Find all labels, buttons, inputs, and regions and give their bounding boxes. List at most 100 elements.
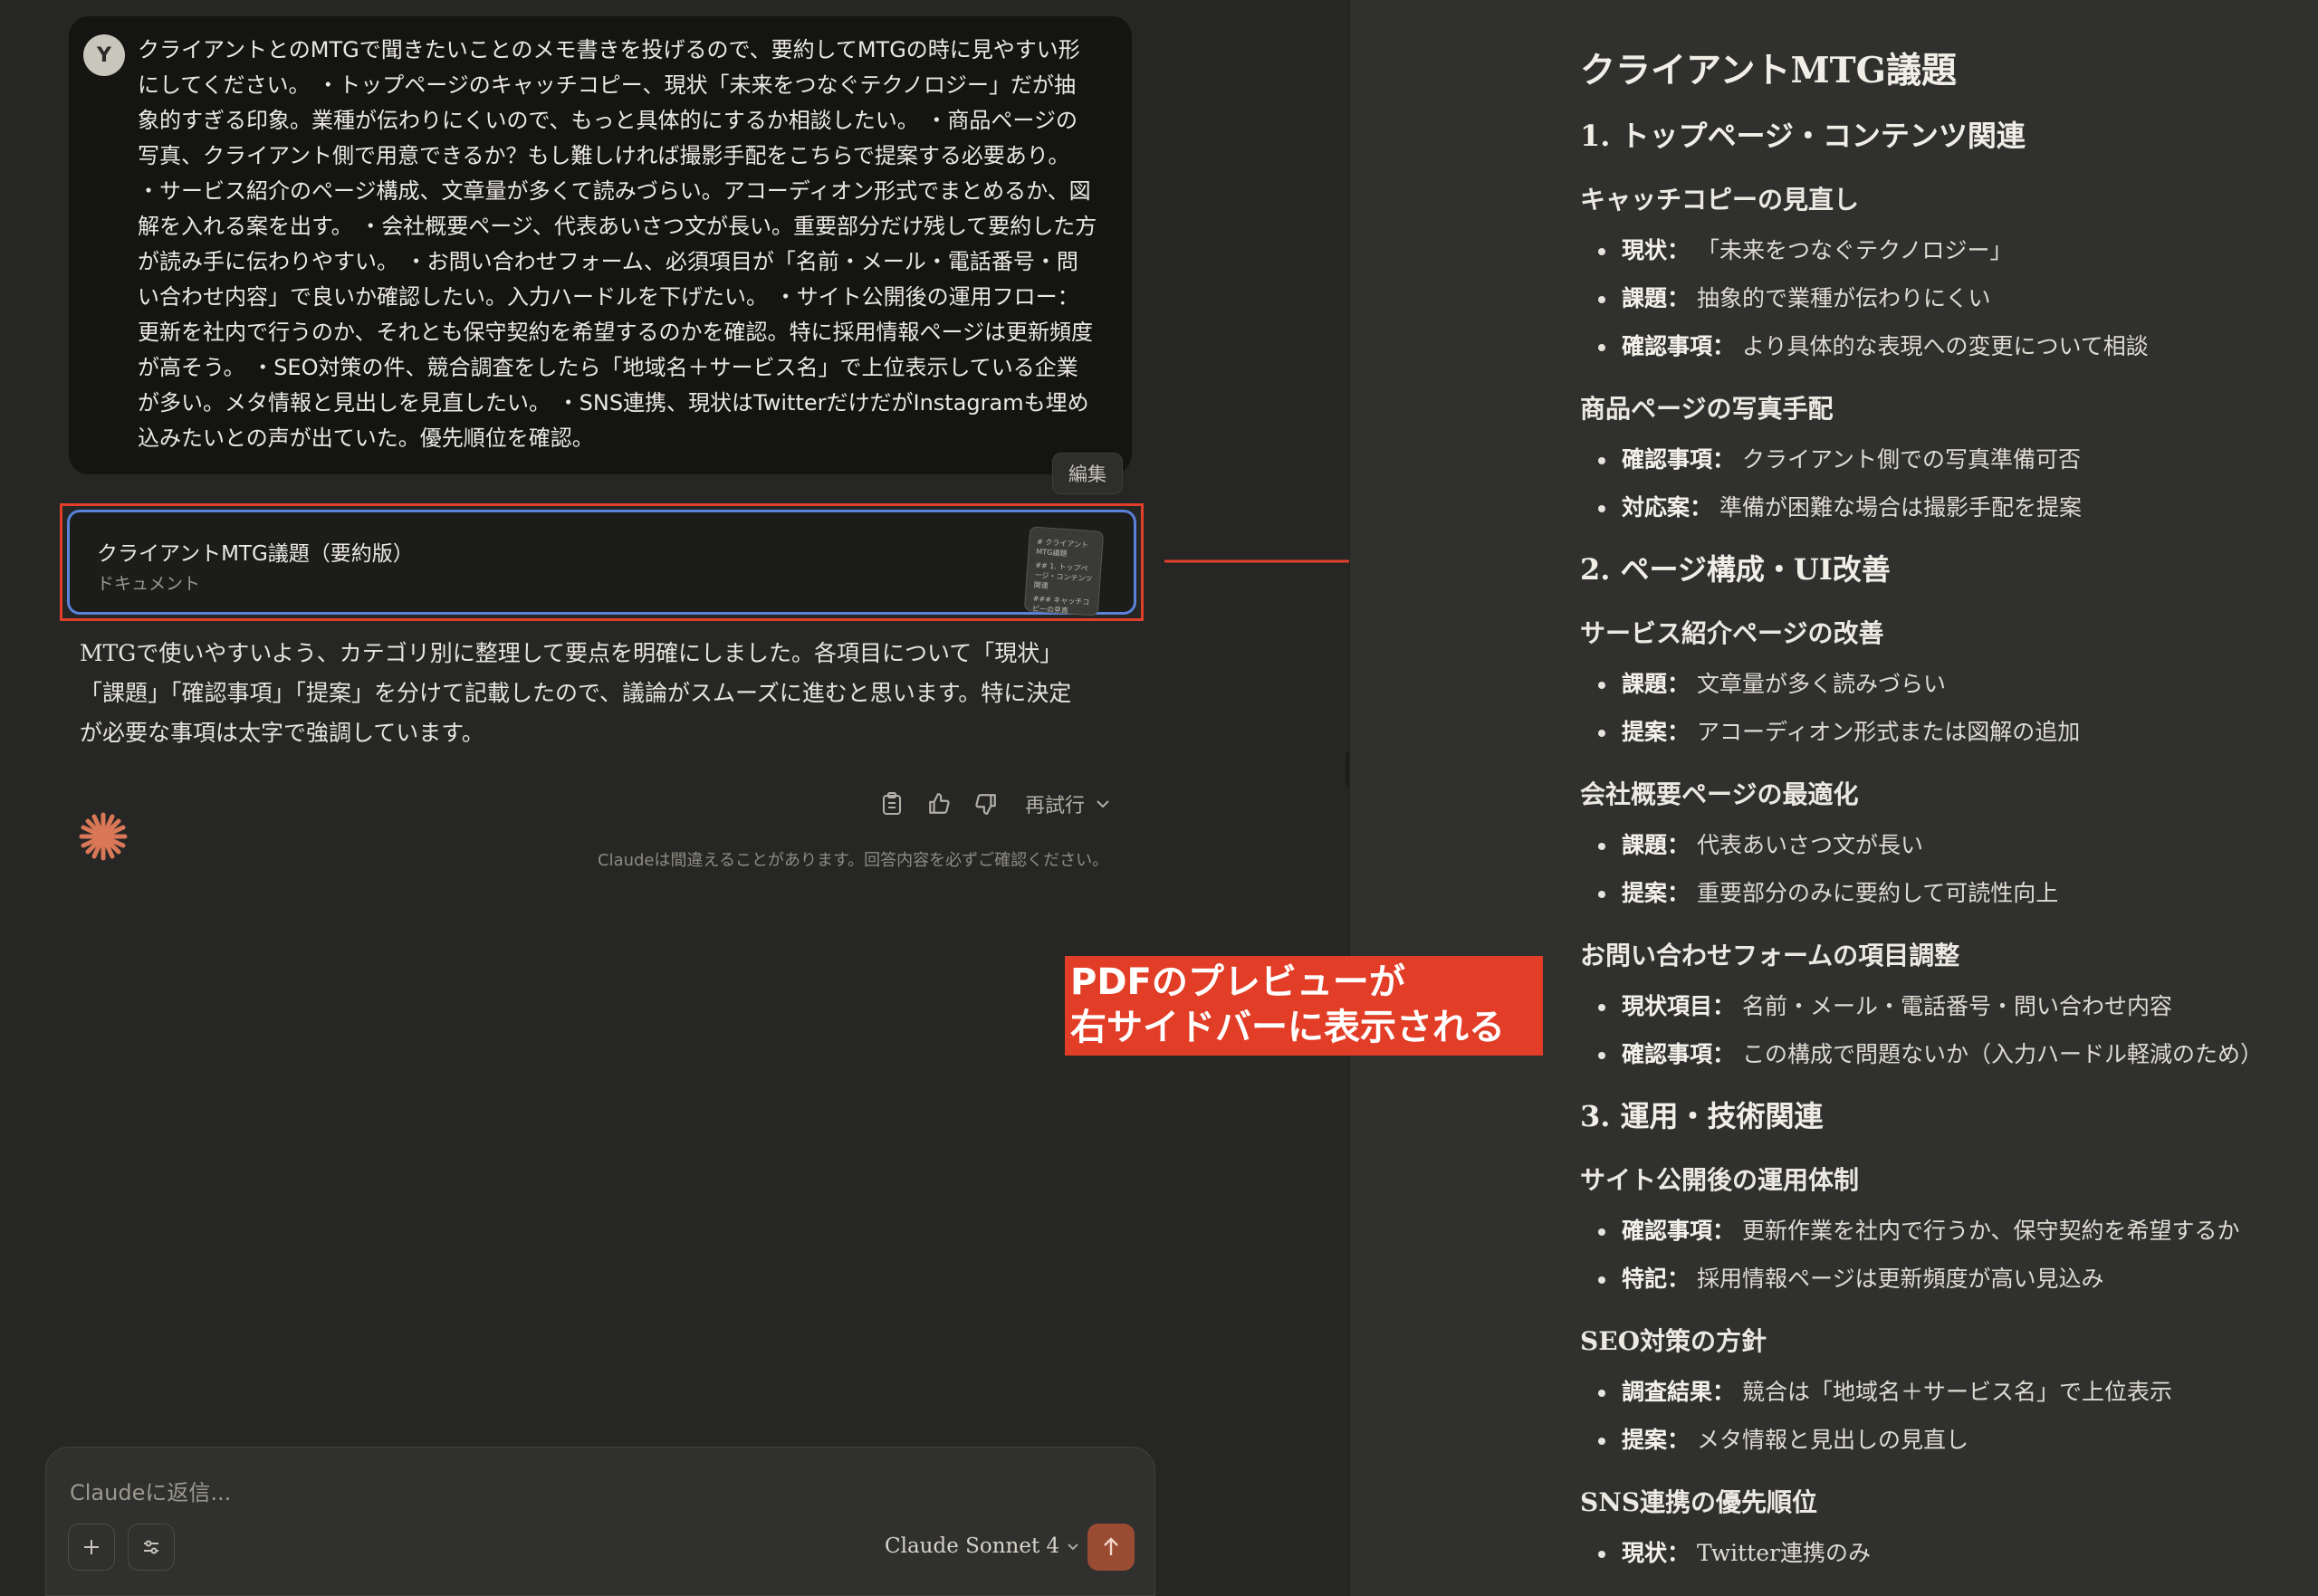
retry-button[interactable]: 再試行 — [1025, 789, 1110, 818]
preview-subsection-heading: 商品ページの写真手配 — [1580, 394, 1834, 424]
copy-icon[interactable] — [878, 790, 905, 817]
preview-subsection-heading: 会社概要ページの最適化 — [1580, 779, 1859, 809]
preview-bullet-item: 提案： アコーディオン形式または図解の追加 — [1580, 708, 2304, 756]
preview-section-heading: 1. トップページ・コンテンツ関連 — [1580, 119, 2026, 153]
preview-bullet-list: 現状項目： 名前・メール・電話番号・問い合わせ内容 確認事項： この構成で問題ない… — [1580, 982, 2304, 1078]
preview-bullet-item: 課題： 抽象的で業種が伝わりにくい — [1580, 274, 2304, 322]
app-window: Y クライアントとのMTGで聞きたいことのメモ書きを投げるので、要約してMTGの… — [0, 0, 2318, 1596]
send-button[interactable] — [1087, 1524, 1135, 1571]
preview-section-heading: 2. ページ構成・UI改善 — [1580, 552, 1891, 587]
bullet-text: 「未来をつなぐテクノロジー」 — [1696, 237, 2013, 263]
bullet-text: クライアント側での写真準備可否 — [1741, 446, 2081, 473]
preview-bullet-item: 課題： 文章量が多く読みづらい — [1580, 660, 2304, 708]
preview-bullet-item: 確認事項： より具体的な表現への変更について相談 — [1580, 322, 2304, 370]
model-name: Claude Sonnet 4 — [885, 1534, 1060, 1558]
sliders-icon — [144, 1540, 158, 1554]
preview-bullet-item: 提案： メタ情報と見出しの見直し — [1580, 1416, 2304, 1464]
bullet-label: 調査結果： — [1622, 1379, 1736, 1405]
annotation-callout: PDFのプレビューが 右サイドバーに表示される — [1065, 956, 1543, 1056]
user-avatar[interactable]: Y — [83, 34, 125, 76]
bullet-label: 現状： — [1622, 237, 1691, 263]
preview-bullet-list: 確認事項： クライアント側での写真準備可否対応案： 準備が困難な場合は撮影手配を… — [1580, 435, 2304, 531]
bullet-label: 課題： — [1622, 832, 1691, 858]
thumbs-up-icon[interactable] — [925, 790, 953, 817]
bullet-label: 提案： — [1622, 880, 1691, 906]
preview-bullet-list: 課題： 代表あいさつ文が長い 提案： 重要部分のみに要約して可読性向上 — [1580, 821, 2304, 917]
preview-bullet-item: 提案： 重要部分のみに要約して可読性向上 — [1580, 869, 2304, 917]
bullet-label: 現状項目： — [1622, 993, 1736, 1019]
thumb-line: ## 1. トップページ・コンテンツ関連 — [1033, 560, 1093, 590]
preview-subsection-heading: SEO対策の方針 — [1580, 1326, 1767, 1356]
bullet-text: より具体的な表現への変更について相談 — [1741, 333, 2149, 359]
preview-subsection-heading: キャッチコピーの見直し — [1580, 185, 1860, 215]
model-selector[interactable]: Claude Sonnet 4 — [885, 1534, 1079, 1558]
preview-bullet-item: 課題： 代表あいさつ文が長い — [1580, 821, 2304, 869]
preview-bullet-list: 課題： 文章量が多く読みづらい 提案： アコーディオン形式または図解の追加 — [1580, 660, 2304, 756]
preview-bullet-list: 現状： 「未来をつなぐテクノロジー」 課題： 抽象的で業種が伝わりにくい 確認事項：… — [1580, 226, 2304, 370]
preview-bullet-list: 現状： Twitter連携のみ — [1580, 1529, 2304, 1577]
bullet-text: 重要部分のみに要約して可読性向上 — [1696, 880, 2059, 906]
bullet-text: 準備が困難な場合は撮影手配を提案 — [1719, 494, 2082, 521]
bullet-text: 採用情報ページは更新頻度が高い見込み — [1696, 1266, 2104, 1292]
bullet-label: 提案： — [1622, 719, 1691, 745]
bullet-label: 確認事項： — [1622, 1218, 1736, 1244]
bullet-text: 抽象的で業種が伝わりにくい — [1696, 285, 1991, 311]
tools-button[interactable] — [128, 1524, 175, 1571]
artifact-card[interactable]: クライアントMTG議題（要約版） ドキュメント # クライアントMTG議題 ##… — [67, 510, 1136, 616]
retry-label: 再試行 — [1025, 795, 1086, 817]
bullet-text: 競合は「地域名＋サービス名」で上位表示 — [1741, 1379, 2172, 1405]
preview-bullet-item: 現状項目： 名前・メール・電話番号・問い合わせ内容 — [1580, 982, 2304, 1030]
preview-bullet-item: 現状： 「未来をつなぐテクノロジー」 — [1580, 226, 2304, 274]
reply-composer[interactable]: Claudeに返信... Claude Sonnet 4 — [45, 1447, 1155, 1596]
bullet-label: 現状： — [1622, 1540, 1691, 1566]
thumb-line: ### キャッチコピーの見直 — [1031, 594, 1090, 616]
preview-section-heading: 3. 運用・技術関連 — [1580, 1099, 1824, 1133]
bullet-text: 更新作業を社内で行うか、保守契約を希望するか — [1741, 1218, 2240, 1244]
bullet-text: アコーディオン形式または図解の追加 — [1696, 719, 2081, 745]
artifact-title: クライアントMTG議題（要約版） — [97, 542, 414, 566]
bullet-text: 名前・メール・電話番号・問い合わせ内容 — [1741, 993, 2172, 1019]
bullet-label: 提案： — [1622, 1427, 1691, 1453]
preview-bullet-list: 確認事項： 更新作業を社内で行うか、保守契約を希望するか特記： 採用情報ページは… — [1580, 1207, 2304, 1303]
preview-bullet-item: 現状： Twitter連携のみ — [1580, 1529, 2304, 1577]
artifact-thumbnail: # クライアントMTG議題 ## 1. トップページ・コンテンツ関連 ### キ… — [1023, 526, 1105, 616]
artifact-preview-pane: クライアントMTG議題 1. トップページ・コンテンツ関連キャッチコピーの見直し… — [1349, 0, 2318, 1596]
bullet-label: 課題： — [1622, 285, 1691, 311]
bullet-label: 課題： — [1622, 671, 1691, 697]
thumb-line: # クライアントMTG議題 — [1036, 537, 1089, 559]
bullet-label: 対応案： — [1622, 494, 1713, 521]
bullet-text: メタ情報と見出しの見直し — [1696, 1427, 1968, 1453]
preview-document: クライアントMTG議題 1. トップページ・コンテンツ関連キャッチコピーの見直し… — [1580, 43, 2304, 1577]
preview-subsection-heading: お問い合わせフォームの項目調整 — [1580, 941, 1960, 970]
preview-bullet-item: 確認事項： クライアント側での写真準備可否 — [1580, 435, 2304, 483]
bullet-label: 確認事項： — [1622, 1041, 1736, 1067]
preview-bullet-item: 調査結果： 競合は「地域名＋サービス名」で上位表示 — [1580, 1368, 2304, 1416]
edit-button[interactable]: 編集 — [1052, 453, 1123, 494]
artifact-type: ドキュメント — [97, 574, 201, 594]
chat-pane: Y クライアントとのMTGで聞きたいことのメモ書きを投げるので、要約してMTGの… — [0, 0, 1516, 1596]
user-message-text: クライアントとのMTGで聞きたいことのメモ書きを投げるので、要約してMTGの時に… — [138, 37, 1097, 451]
add-button[interactable] — [68, 1524, 115, 1571]
bullet-label: 特記： — [1622, 1266, 1691, 1292]
annotation-line-1: PDFのプレビューが — [1070, 961, 1405, 1003]
bullet-text: 代表あいさつ文が長い — [1696, 832, 1923, 858]
chevron-down-icon — [1068, 1543, 1078, 1550]
reply-input[interactable]: Claudeに返信... — [70, 1475, 231, 1506]
bullet-text: 文章量が多く読みづらい — [1696, 671, 1946, 697]
arrow-up-icon — [1104, 1537, 1118, 1555]
bullet-text: この構成で問題ないか（入力ハードル軽減のため） — [1741, 1041, 2263, 1067]
thumbs-down-icon[interactable] — [972, 790, 1000, 817]
assistant-message-text: MTGで使いやすいよう、カテゴリ別に整理して要点を明確にしました。各項目について… — [80, 640, 1072, 746]
preview-bullet-item: 確認事項： この構成で問題ないか（入力ハードル軽減のため） — [1580, 1030, 2304, 1078]
preview-bullet-list: 調査結果： 競合は「地域名＋サービス名」で上位表示 提案： メタ情報と見出しの見直… — [1580, 1368, 2304, 1464]
preview-bullet-item: 特記： 採用情報ページは更新頻度が高い見込み — [1580, 1255, 2304, 1303]
chevron-down-icon — [1097, 800, 1109, 808]
bullet-text: Twitter連携のみ — [1696, 1540, 1871, 1566]
preview-subsection-heading: サイト公開後の運用体制 — [1580, 1165, 1860, 1195]
bullet-label: 確認事項： — [1622, 446, 1736, 473]
preview-subsection-heading: サービス紹介ページの改善 — [1580, 618, 1884, 648]
bullet-label: 確認事項： — [1622, 333, 1736, 359]
preview-title: クライアントMTG議題 — [1580, 50, 1957, 91]
claude-logo-icon — [79, 812, 128, 861]
plus-icon — [84, 1540, 99, 1554]
